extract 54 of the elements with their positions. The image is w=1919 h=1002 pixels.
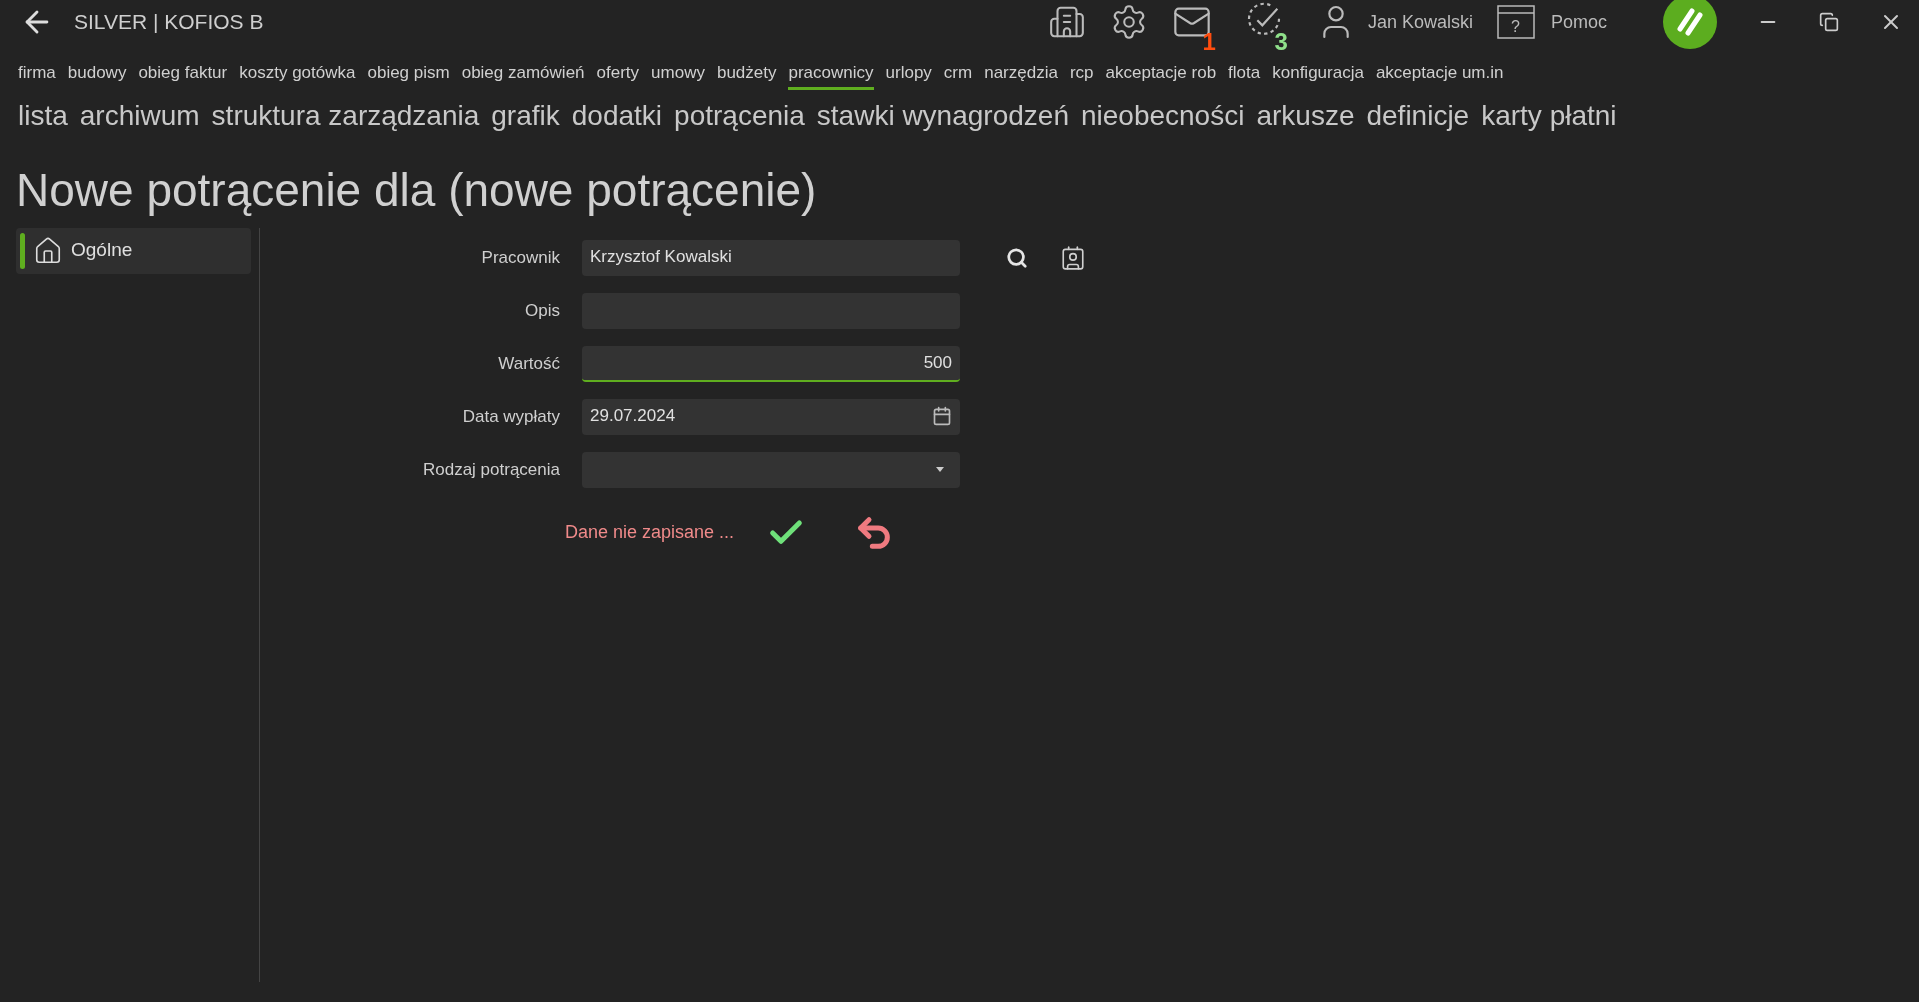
submenu-link[interactable]: struktura zarządzania [211, 95, 480, 137]
menu-tab[interactable]: obieg pism [367, 59, 450, 91]
unsaved-status: Dane nie zapisane ... [565, 521, 735, 544]
app-logo-icon [1663, 0, 1717, 49]
page-heading: Nowe potrącenie dla (nowe potrącenie) [15, 163, 818, 218]
menu-tab[interactable]: urlopy [885, 59, 932, 91]
help-link[interactable]: Pomoc [1550, 8, 1607, 36]
caret-icon [936, 466, 944, 472]
restore-icon[interactable] [1819, 12, 1839, 32]
menu-tab[interactable]: akceptacje rob [1105, 59, 1217, 91]
calendar-icon[interactable] [932, 406, 952, 426]
dropdown-field[interactable] [582, 452, 960, 488]
submenu-link[interactable]: potrącenia [674, 95, 805, 137]
menu-tab[interactable]: pracownicy [788, 59, 874, 91]
menu-tab[interactable]: konfiguracja [1272, 59, 1364, 91]
submenu-link[interactable]: karty płatni [1481, 95, 1617, 137]
menu-tab[interactable]: firma [18, 59, 56, 91]
submenu-link[interactable]: definicje [1366, 95, 1470, 137]
menu-tab[interactable]: narzędzia [984, 59, 1058, 91]
task-count: 3 [1274, 30, 1288, 54]
menu-tab[interactable]: flota [1228, 59, 1261, 91]
user-name[interactable]: Jan Kowalski [1367, 8, 1473, 36]
input-field[interactable]: 500 [582, 346, 960, 382]
submenu-link[interactable]: archiwum [79, 95, 200, 137]
help-window-icon[interactable]: ? [1496, 5, 1535, 39]
date-field[interactable]: 29.07.2024 [582, 399, 960, 435]
field-label: Data wypłaty [461, 406, 560, 429]
field-label: Opis [524, 300, 560, 323]
menu-tab[interactable]: crm [943, 59, 973, 91]
submenu-link[interactable]: grafik [491, 95, 560, 137]
menu-tab[interactable]: koszty gotówka [239, 59, 356, 91]
menu-tab[interactable]: obieg zamówień [461, 59, 585, 91]
submenu-link[interactable]: nieobecności [1080, 95, 1245, 137]
submenu-link[interactable]: lista [18, 95, 68, 137]
menu-tab[interactable]: rcp [1069, 59, 1094, 91]
menu-tab[interactable]: umowy [651, 59, 705, 91]
input-field[interactable]: Krzysztof Kowalski [582, 240, 960, 276]
menu-tab[interactable]: oferty [596, 59, 640, 91]
search-icon[interactable] [1006, 247, 1028, 269]
contact-card-icon[interactable] [1060, 245, 1086, 271]
menu-tab[interactable]: obieg faktur [138, 59, 228, 91]
mail-count: 1 [1202, 30, 1216, 54]
sidebar-item[interactable]: Ogólne [16, 227, 251, 274]
menu-tab[interactable]: budżety [716, 59, 777, 91]
field-label: Pracownik [480, 247, 560, 270]
window-title: SILVER | KOFIOS B [74, 9, 264, 36]
submenu-link[interactable]: stawki wynagrodzeń [816, 95, 1069, 137]
field-label: Rodzaj potrącenia [421, 459, 560, 482]
submenu-link[interactable]: arkusze [1256, 95, 1355, 137]
submenu-link[interactable]: dodatki [571, 95, 663, 137]
menu-tab[interactable]: budowy [67, 59, 127, 91]
home-icon [33, 235, 63, 266]
menu-tab[interactable]: akceptacje um.in [1375, 59, 1504, 91]
field-label: Wartość [497, 353, 560, 376]
